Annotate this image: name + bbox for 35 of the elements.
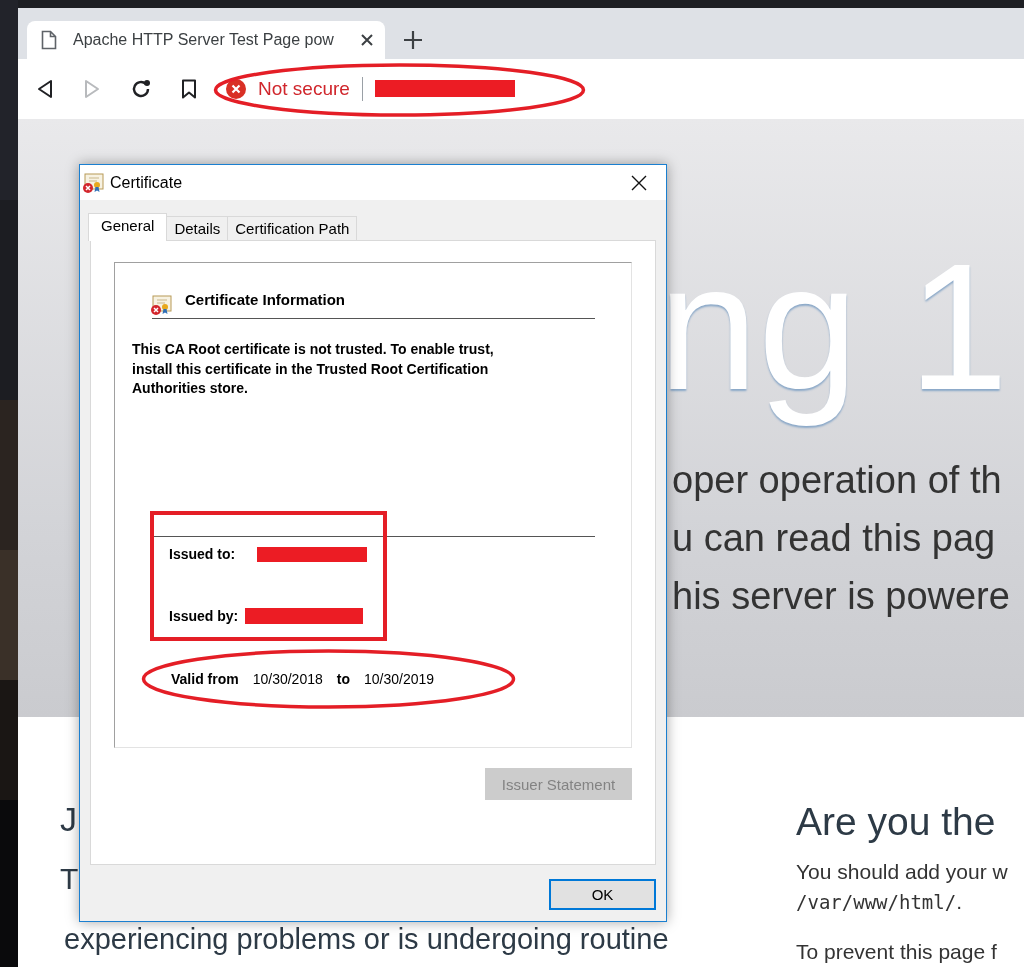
- info-message: This CA Root certificate is not trusted. To enable trust, install this certificate in the Trusted Root Certification Authorities store.: [132, 340, 495, 398]
- close-icon[interactable]: [631, 174, 647, 191]
- browser-tab[interactable]: Apache HTTP Server Test Page pow: [27, 20, 385, 59]
- field-label: Issued to:: [169, 546, 236, 562]
- banner-text: oper operation of th: [672, 458, 1002, 503]
- reload-icon[interactable]: [130, 77, 152, 100]
- body-text: experiencing problems or is undergoing routine: [63, 922, 669, 957]
- page-icon: [41, 29, 57, 50]
- plus-icon[interactable]: [403, 29, 423, 50]
- tab[interactable]: General: [88, 213, 168, 241]
- back-icon[interactable]: [36, 78, 54, 99]
- error-icon: [226, 78, 246, 99]
- info-title: Certificate Information: [185, 291, 346, 308]
- tab-title: Apache HTTP Server Test Page pow: [73, 30, 335, 49]
- bookmark-icon[interactable]: [181, 78, 197, 99]
- section-heading: Are you the: [796, 799, 997, 845]
- section-heading: J: [60, 799, 77, 840]
- path-text: /var/www/html/.: [796, 889, 963, 915]
- field-label: Issued by:: [169, 608, 239, 624]
- ok-button[interactable]: OK: [549, 879, 656, 910]
- body-text: You should add your w: [796, 859, 1009, 885]
- field-label: to: [336, 670, 350, 687]
- body-text: To prevent this page f: [796, 939, 998, 965]
- banner-text: his server is powere: [672, 574, 1010, 619]
- body-text: T: [60, 861, 79, 897]
- close-icon[interactable]: [360, 32, 374, 47]
- tab[interactable]: Certification Path: [227, 216, 358, 240]
- date-text: 10/30/2019: [364, 670, 435, 687]
- security-label[interactable]: Not secure: [258, 77, 350, 100]
- banner-text: u can read this pag: [672, 516, 996, 561]
- window-title: Certificate: [110, 173, 184, 192]
- date-text: 10/30/2018: [252, 670, 323, 687]
- certificate-icon: [150, 293, 172, 316]
- banner-heading: ng 1: [658, 227, 1009, 427]
- field-label: Valid from: [171, 670, 239, 687]
